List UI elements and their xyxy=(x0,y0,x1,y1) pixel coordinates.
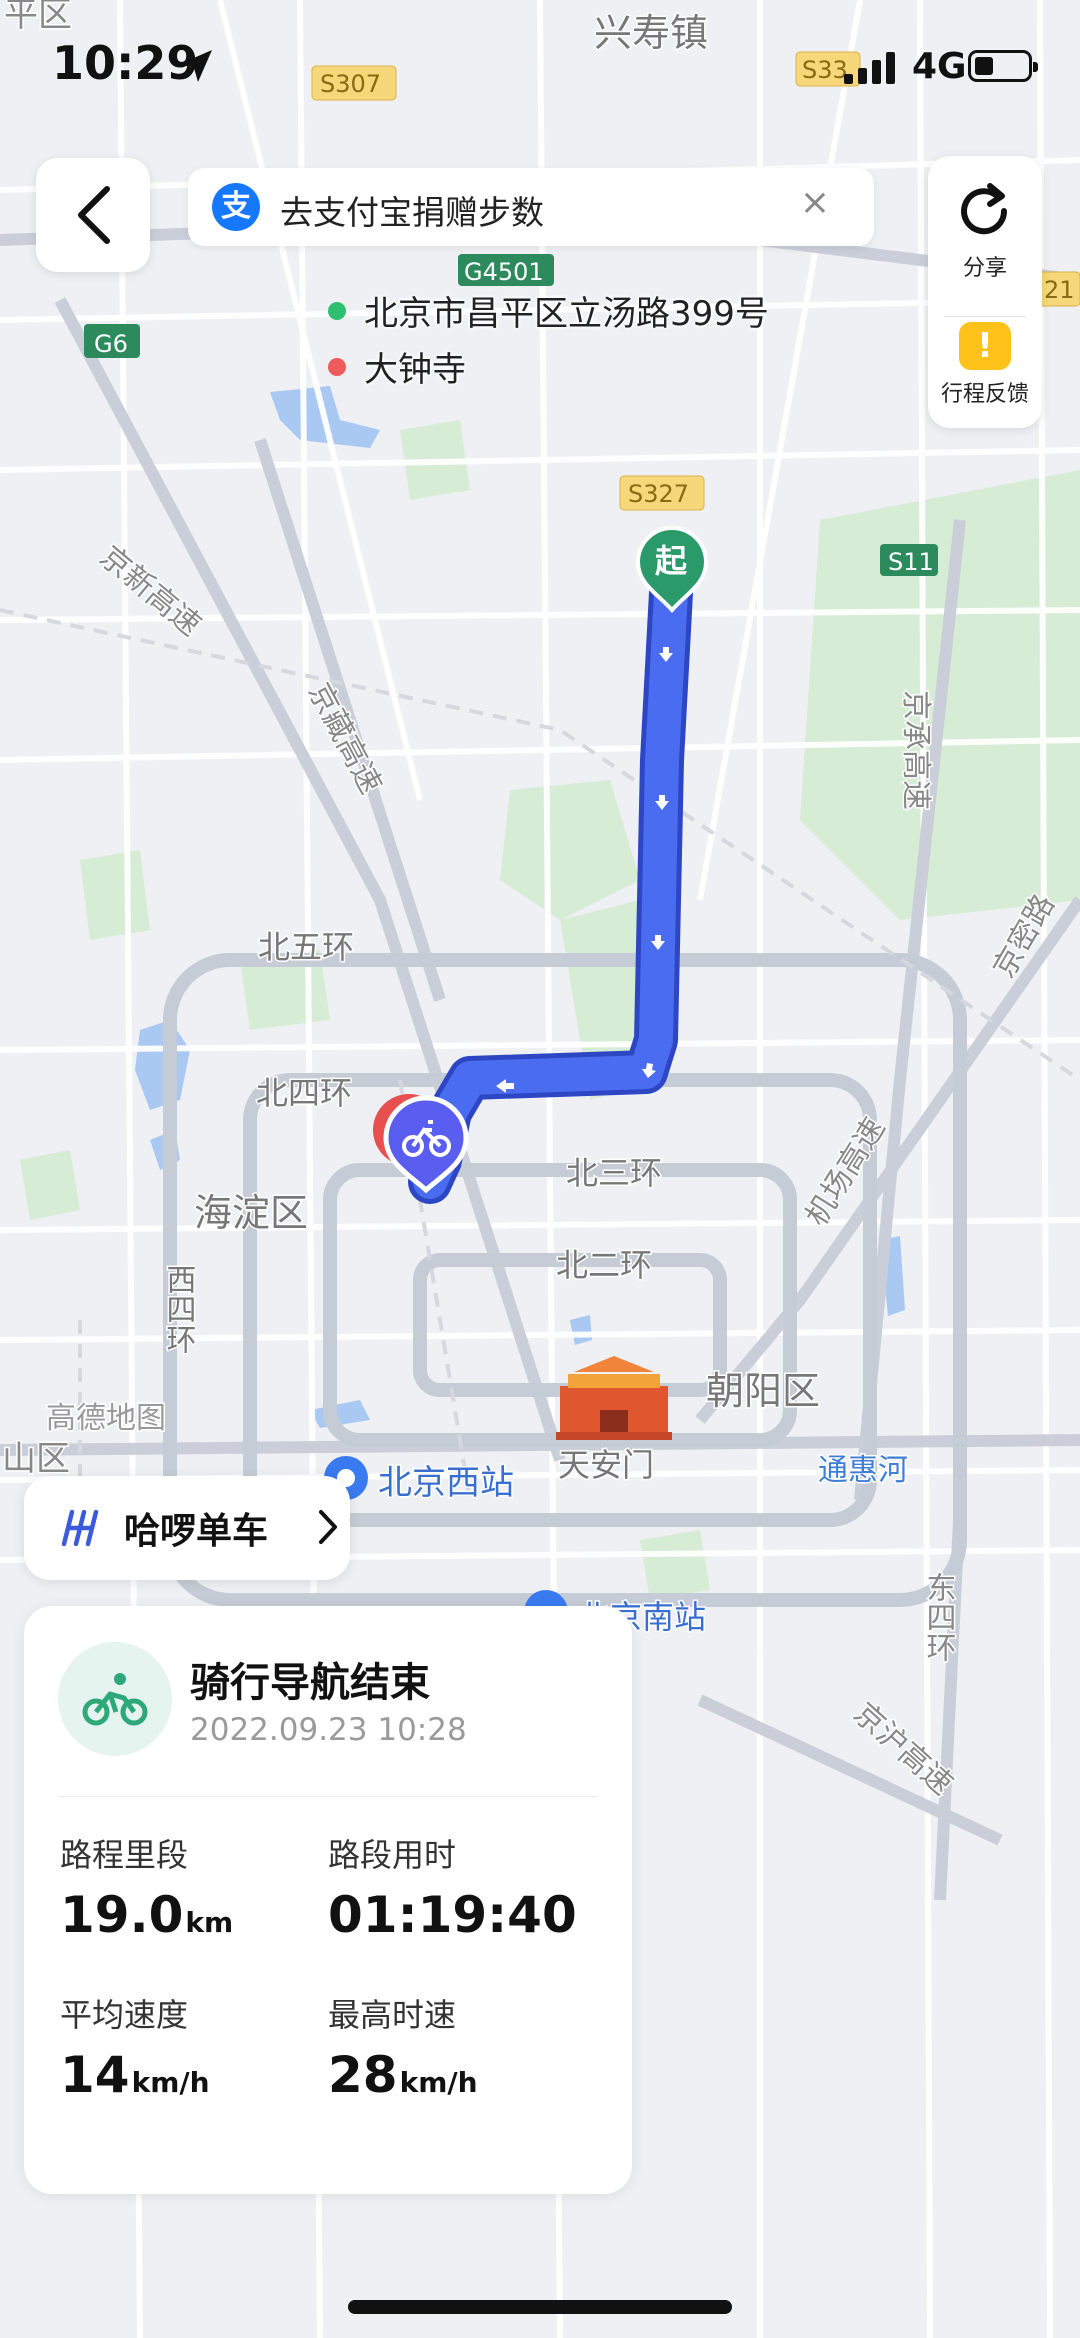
location-arrow-icon xyxy=(180,50,212,82)
alipay-icon: 支 xyxy=(212,183,260,231)
label-shan: 山区 xyxy=(2,1439,70,1479)
share-button[interactable]: 分享 xyxy=(928,178,1042,298)
ride-summary-card: 骑行导航结束 2022.09.23 10:28 路程里段 19.0km 路段用时… xyxy=(24,1606,632,2194)
summary-title: 骑行导航结束 xyxy=(190,1660,430,1706)
route-end: 大钟寺 xyxy=(322,338,842,394)
label-east4: 东四环 xyxy=(921,1572,956,1662)
label-chaoyang: 朝阳区 xyxy=(706,1369,820,1413)
cellular-signal-icon xyxy=(844,50,904,84)
stat-label: 平均速度 xyxy=(60,1996,189,2034)
share-label: 分享 xyxy=(962,256,1007,281)
label-tiananmen: 天安门 xyxy=(558,1446,654,1484)
back-button[interactable] xyxy=(36,158,150,272)
divider xyxy=(58,1796,598,1797)
label-s327: S327 xyxy=(628,480,689,508)
label-g6: G6 xyxy=(94,330,128,358)
label-s21: 21 xyxy=(1044,276,1075,304)
status-time: 10:29 xyxy=(52,36,199,90)
stat-value: 28km/h xyxy=(328,2046,478,2104)
stat-label: 路程里段 xyxy=(60,1836,189,1874)
battery-icon xyxy=(968,50,1038,82)
feedback-label: 行程反馈 xyxy=(940,382,1029,407)
start-address: 北京市昌平区立汤路399号 xyxy=(364,294,769,334)
bicycle-icon xyxy=(82,1673,148,1726)
banner-text: 去支付宝捐赠步数 xyxy=(280,193,544,232)
side-panel: 分享 ! 行程反馈 xyxy=(928,156,1042,428)
label-north3: 北三环 xyxy=(566,1154,662,1192)
share-icon xyxy=(961,183,1008,235)
bike-badge xyxy=(58,1642,172,1756)
home-indicator[interactable] xyxy=(348,2300,732,2314)
stat-value: 01:19:40 xyxy=(328,1886,577,1944)
alipay-donate-banner[interactable]: 支 去支付宝捐赠步数 × xyxy=(188,168,874,246)
label-amap: 高德地图 xyxy=(46,1401,166,1436)
stat-label: 最高时速 xyxy=(328,1996,457,2034)
stat-value: 19.0km xyxy=(60,1886,234,1944)
label-tonghui: 通惠河 xyxy=(818,1453,908,1488)
route-start: 北京市昌平区立汤路399号 xyxy=(322,282,842,338)
label-start-marker: 起 xyxy=(655,542,688,580)
chevron-left-icon xyxy=(78,186,110,244)
label-north2: 北二环 xyxy=(556,1246,652,1284)
provider-button[interactable]: 哈啰单车 xyxy=(24,1476,350,1580)
chevron-right-icon xyxy=(319,1510,337,1544)
stat-value: 14km/h xyxy=(60,2046,210,2104)
end-address: 大钟寺 xyxy=(364,350,466,390)
stat-avg-speed: 平均速度 14km/h xyxy=(60,1990,320,2104)
network-type: 4G xyxy=(912,46,967,87)
label-beijingxi: 北京西站 xyxy=(378,1463,514,1503)
close-icon[interactable]: × xyxy=(800,182,830,223)
route-endpoints: 北京市昌平区立汤路399号 大钟寺 xyxy=(322,282,842,394)
summary-datetime: 2022.09.23 10:28 xyxy=(190,1712,467,1748)
label-north4: 北四环 xyxy=(256,1074,352,1112)
trip-feedback-button[interactable]: ! 行程反馈 xyxy=(928,322,1042,422)
status-bar: 10:29 4G xyxy=(0,0,1080,130)
label-haidian: 海淀区 xyxy=(194,1191,308,1235)
label-north5: 北五环 xyxy=(258,928,354,966)
divider xyxy=(944,316,1026,317)
label-jingcheng: 京承高速 xyxy=(898,690,933,810)
provider-name: 哈啰单车 xyxy=(124,1511,269,1552)
stat-max-speed: 最高时速 28km/h xyxy=(328,1990,588,2104)
feedback-icon: ! xyxy=(959,322,1011,370)
label-s11: S11 xyxy=(888,548,934,576)
stat-duration: 路段用时 01:19:40 xyxy=(328,1830,588,1944)
stat-distance: 路程里段 19.0km xyxy=(60,1830,320,1944)
hellobike-logo-icon xyxy=(61,1509,99,1547)
stat-label: 路段用时 xyxy=(328,1836,457,1874)
end-dot xyxy=(328,358,346,376)
label-west4: 西四环 xyxy=(161,1264,196,1354)
start-dot xyxy=(328,302,346,320)
